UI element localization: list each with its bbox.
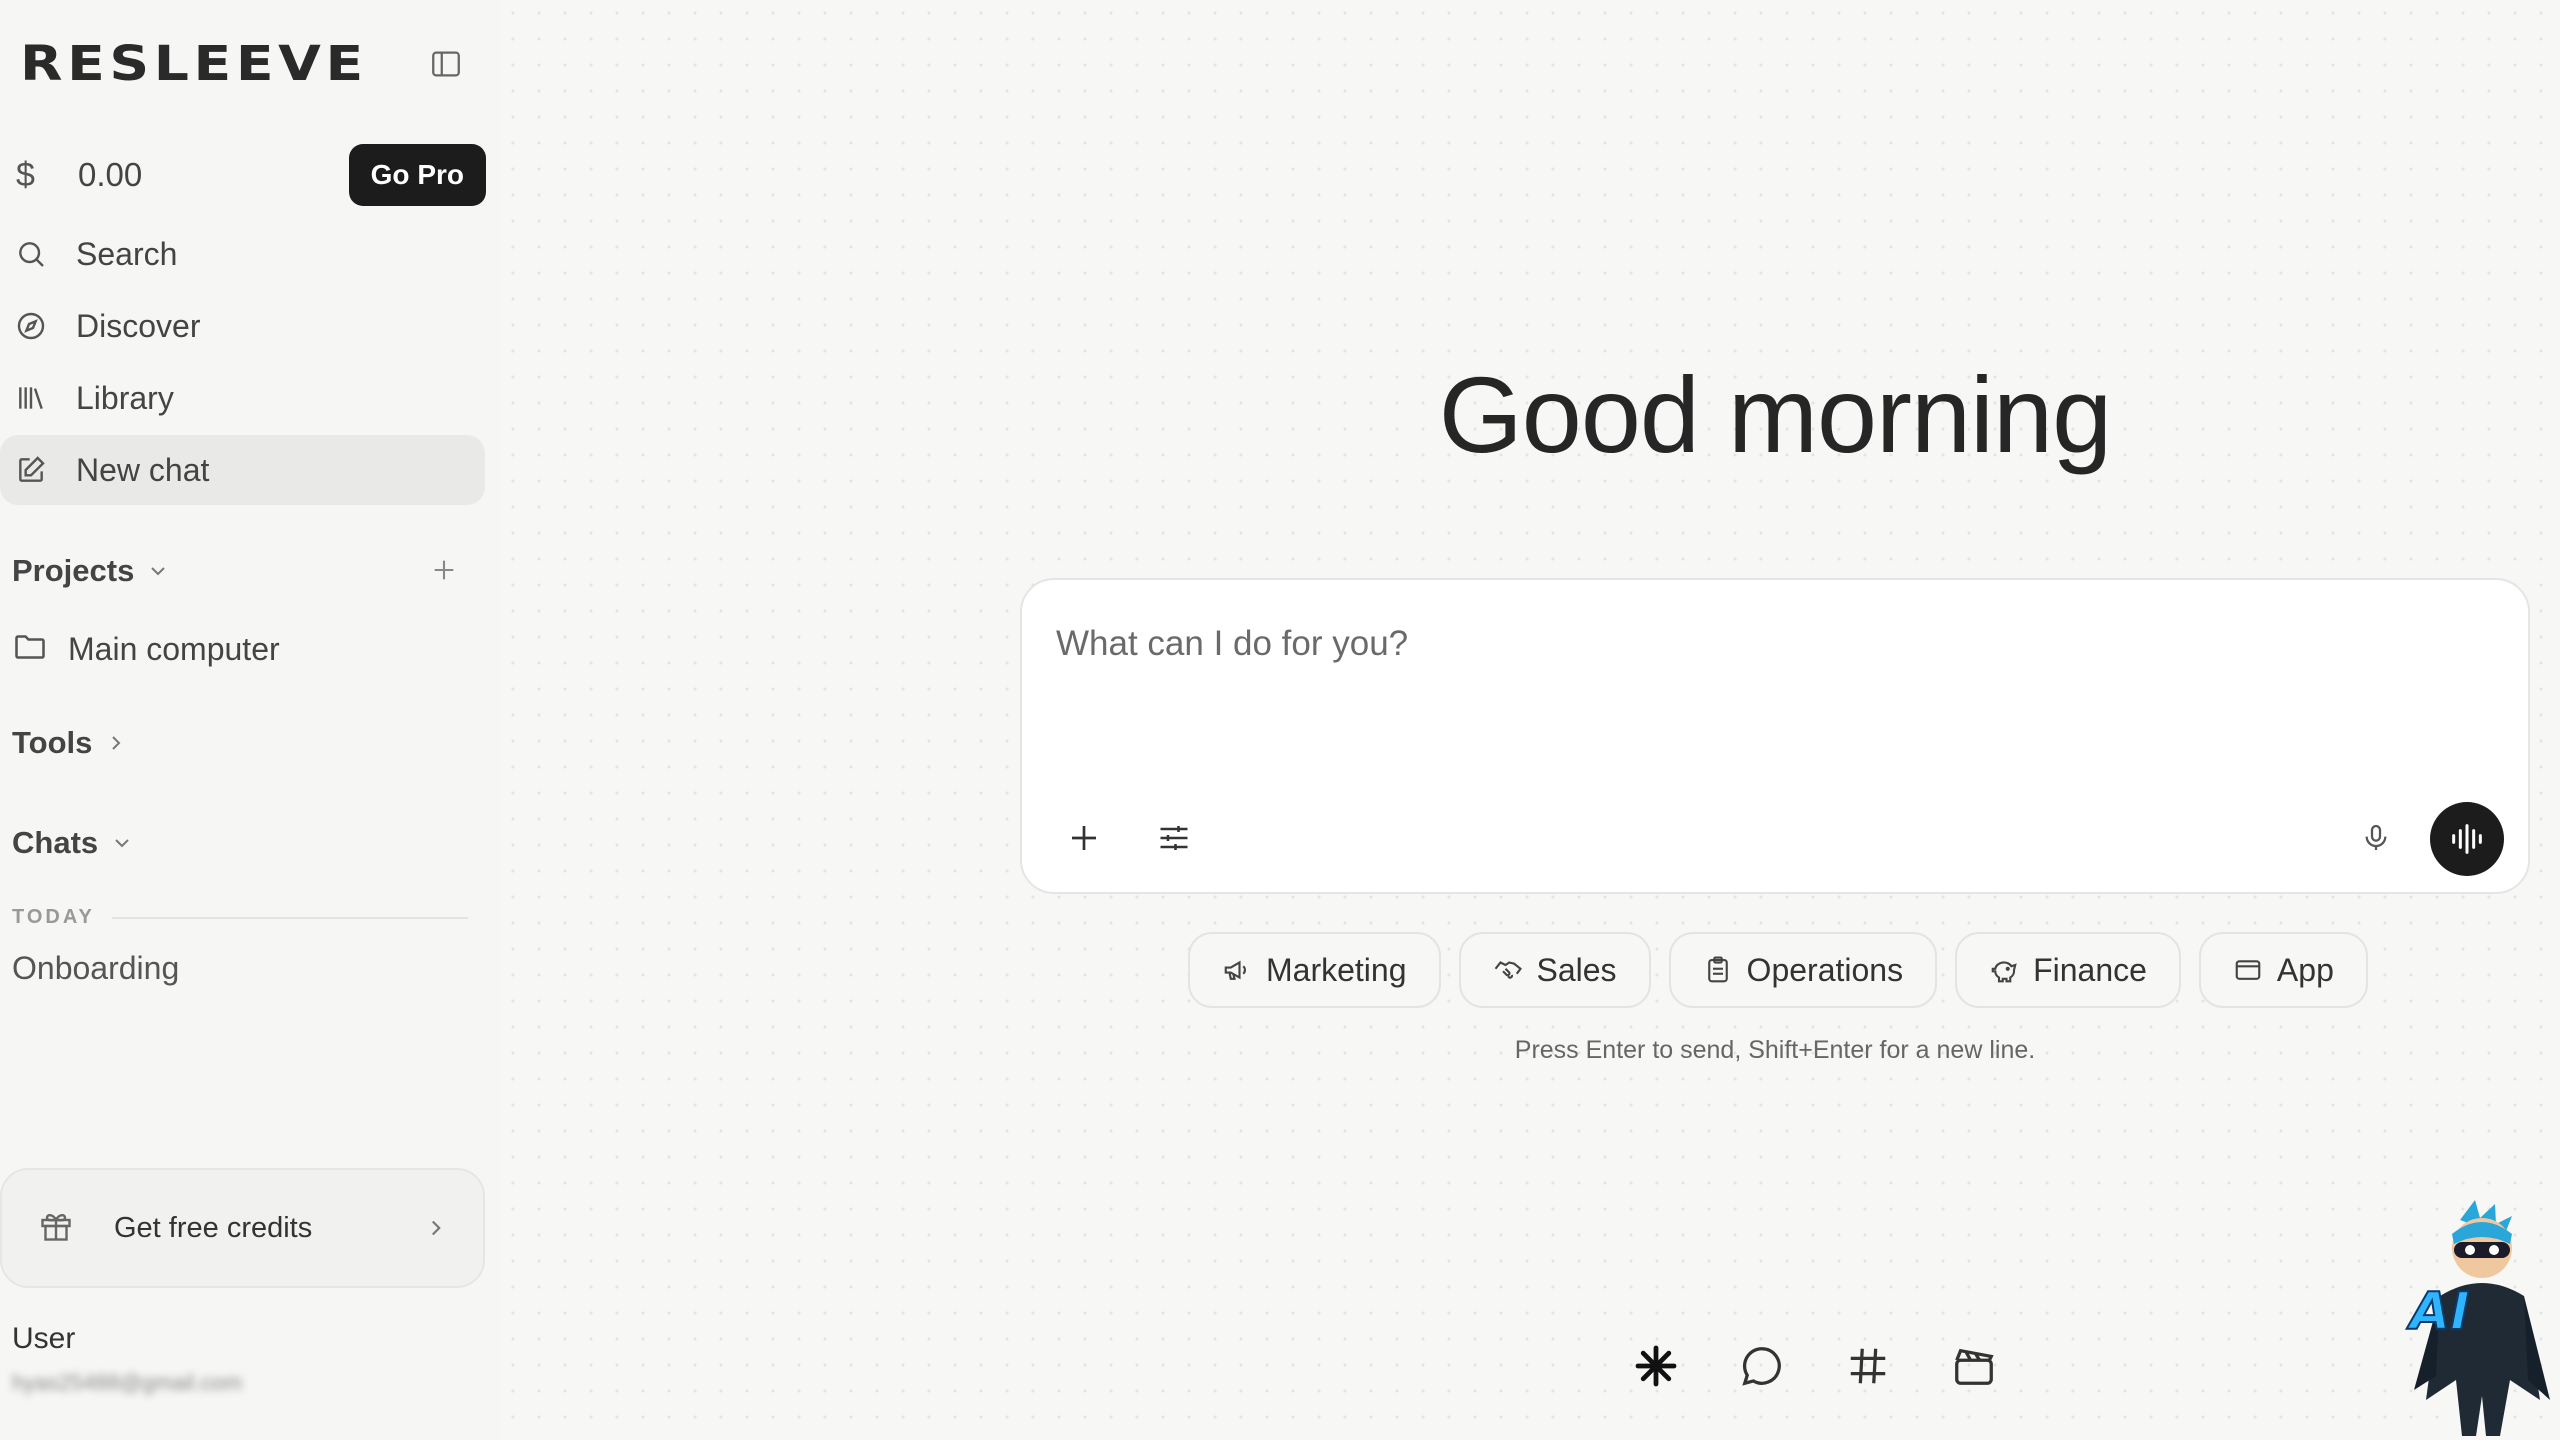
chip-label: Marketing	[1266, 951, 1407, 988]
greeting: Good morning	[1020, 352, 2530, 477]
chip-marketing[interactable]: Marketing	[1188, 932, 1441, 1008]
user-email: hyas25488@gmail.com	[12, 1370, 243, 1395]
sidebar-item-search[interactable]: Search	[0, 219, 485, 289]
prompt-input[interactable]	[1056, 614, 2456, 674]
waveform-icon	[2452, 824, 2482, 854]
sliders-icon	[1160, 826, 1188, 850]
chip-label: Operations	[1746, 951, 1904, 988]
project-label: Main computer	[68, 630, 280, 667]
hash-icon[interactable]	[1842, 1340, 1894, 1392]
sidebar-toggle-icon	[432, 51, 460, 77]
sidebar-toggle-button[interactable]	[426, 44, 466, 84]
section-title: Projects	[12, 553, 135, 588]
clapperboard-icon[interactable]	[1948, 1340, 2000, 1392]
sidebar-item-label: Search	[76, 235, 178, 272]
bottom-toolbar	[1630, 1340, 2000, 1392]
chip-finance[interactable]: Finance	[1955, 932, 2181, 1008]
sidebar: RESLEEVE $ 0.00 Go Pro Search Discover L…	[0, 0, 500, 1440]
plus-icon	[434, 560, 454, 580]
voice-mode-button[interactable]	[2430, 802, 2504, 876]
chat-group-label: TODAY	[12, 906, 95, 928]
chip-label: Sales	[1536, 951, 1617, 988]
sidebar-item-discover[interactable]: Discover	[0, 291, 485, 361]
chevron-right-icon	[104, 731, 128, 755]
credits-row: $ 0.00 Go Pro	[16, 144, 486, 208]
get-free-credits-button[interactable]: Get free credits	[0, 1168, 485, 1288]
megaphone-icon	[1222, 955, 1252, 985]
dollar-icon: $	[16, 156, 35, 194]
attach-button[interactable]	[1060, 814, 1108, 862]
chevron-right-icon	[423, 1215, 449, 1241]
go-pro-button[interactable]: Go Pro	[348, 144, 486, 206]
chip-sales[interactable]: Sales	[1458, 932, 1651, 1008]
add-project-button[interactable]	[426, 552, 462, 588]
divider	[112, 917, 468, 919]
section-title: Chats	[12, 825, 99, 860]
asterisk-icon[interactable]	[1630, 1340, 1682, 1392]
clipboard-icon	[1703, 955, 1733, 985]
sidebar-item-new-chat[interactable]: New chat	[0, 435, 485, 505]
sidebar-item-label: Library	[76, 379, 174, 416]
handshake-icon	[1493, 955, 1523, 985]
chat-bubble-icon[interactable]	[1736, 1340, 1788, 1392]
settings-sliders-button[interactable]	[1150, 814, 1198, 862]
greeting-text: Good morning	[1438, 354, 2112, 475]
compass-icon	[14, 309, 48, 343]
edit-icon	[14, 453, 48, 487]
chevron-down-icon	[110, 831, 134, 855]
library-icon	[14, 381, 48, 415]
free-credits-label: Get free credits	[114, 1211, 313, 1244]
chats-section-header[interactable]: Chats	[12, 818, 482, 868]
piggy-bank-icon	[1989, 955, 2019, 985]
microphone-button[interactable]	[2352, 814, 2400, 862]
plus-icon	[1072, 826, 1096, 850]
search-icon	[14, 237, 48, 271]
chip-label: App	[2276, 951, 2334, 988]
sidebar-item-label: Discover	[76, 307, 201, 344]
app-window: RESLEEVE $ 0.00 Go Pro Search Discover L…	[0, 0, 2560, 1440]
project-item-main-computer[interactable]: Main computer	[12, 624, 280, 674]
chip-label: Finance	[2033, 951, 2147, 988]
main-area: Good morning Marketing	[500, 0, 2560, 1440]
credit-balance: 0.00	[78, 156, 143, 193]
sidebar-item-library[interactable]: Library	[0, 363, 485, 433]
mascot-ai-label: AI	[2409, 1281, 2471, 1343]
gift-icon	[38, 1208, 74, 1249]
user-name[interactable]: User	[12, 1322, 75, 1356]
keyboard-hint: Press Enter to send, Shift+Enter for a n…	[1514, 1036, 2036, 1064]
microphone-icon	[2365, 824, 2387, 850]
projects-section-header[interactable]: Projects	[12, 546, 482, 596]
sidebar-item-label: New chat	[76, 451, 210, 488]
chevron-down-icon	[146, 559, 170, 583]
chip-operations[interactable]: Operations	[1668, 932, 1938, 1008]
folder-icon	[12, 629, 48, 670]
composer	[1020, 578, 2530, 894]
tools-section-header[interactable]: Tools	[12, 718, 482, 768]
app-window-icon	[2233, 955, 2263, 985]
section-title: Tools	[12, 725, 93, 760]
app-logo: RESLEEVE	[20, 36, 368, 92]
suggestion-chips: Marketing Sales Operations Finance App	[1188, 932, 2368, 1008]
chat-item-onboarding[interactable]: Onboarding	[12, 950, 179, 987]
chip-app[interactable]: App	[2198, 932, 2368, 1008]
